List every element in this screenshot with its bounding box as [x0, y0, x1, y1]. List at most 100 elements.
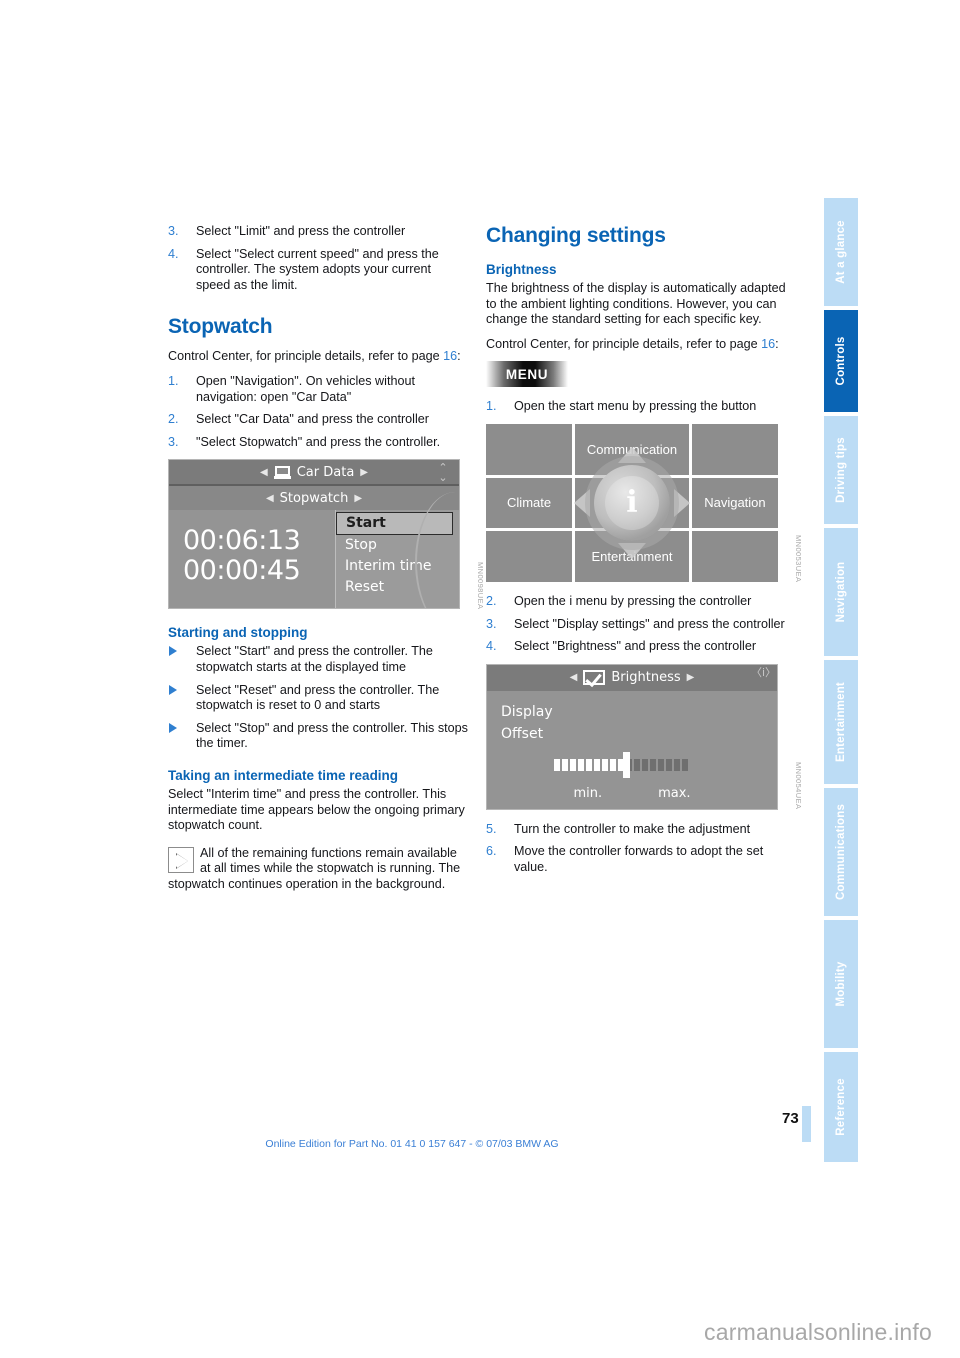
step-text: Open the i menu by pressing the controll… [514, 593, 752, 608]
bullet-text: Select "Reset" and press the controller.… [196, 682, 440, 713]
screen-header-title: Brightness [611, 670, 681, 686]
interim-time-value: 00:00:45 [183, 555, 301, 587]
car-data-monitor-icon [273, 465, 291, 479]
screen-header-title: Car Data [296, 464, 355, 480]
chevron-left-icon: ◀ [260, 466, 268, 478]
screen-subheader-title: Stopwatch [279, 490, 349, 506]
intermediate-time-paragraph: Select "Interim time" and press the cont… [168, 786, 465, 833]
grid-cell-climate[interactable]: Climate [486, 477, 573, 529]
idrive-brightness-screen: ◀ Brightness ▶ 〈i〉 Display Offset min. m… [486, 663, 778, 810]
sidebar-tab-label: Reference [835, 1078, 847, 1136]
list-item: 6. Move the controller forwards to adopt… [486, 844, 786, 875]
step-text: Open "Navigation". On vehicles without n… [196, 373, 415, 404]
step-number: 2. [486, 593, 497, 608]
step-text: Turn the controller to make the adjustme… [514, 821, 751, 836]
step-number: 2. [168, 412, 179, 427]
limit-steps-list: 3. Select "Limit" and press the controll… [168, 224, 468, 293]
list-item: 2. Open the i menu by pressing the contr… [486, 594, 786, 610]
left-content-column: 3. Select "Limit" and press the controll… [168, 224, 485, 892]
list-item: 3. "Select Stopwatch" and press the cont… [168, 435, 468, 451]
step-text: Select "Car Data" and press the controll… [196, 412, 429, 427]
chevron-right-icon: ▶ [360, 466, 368, 478]
page-title-changing-settings: Changing settings [486, 224, 666, 247]
intro-text: Control Center, for principle details, r… [168, 349, 444, 364]
note-triangle-icon [168, 846, 194, 873]
step-number: 5. [486, 821, 497, 836]
step-text: Select "Select current speed" and press … [196, 246, 439, 292]
slider-range-labels: min. max. [487, 786, 777, 801]
edition-footer: Online Edition for Part No. 01 41 0 157 … [265, 1138, 559, 1150]
section-tab-rail: At a glance Controls Driving tips Naviga… [824, 196, 858, 1164]
triangle-bullet-icon [169, 646, 177, 657]
list-item: 5. Turn the controller to make the adjus… [486, 822, 786, 838]
sidebar-tab-at-a-glance[interactable]: At a glance [824, 196, 858, 308]
heading-intermediate-time: Taking an intermediate time reading [168, 767, 399, 783]
grid-cell-empty-tr [691, 423, 778, 475]
sidebar-tab-label: Navigation [835, 561, 847, 623]
grid-cell-empty-br [691, 531, 778, 582]
step-number: 1. [168, 373, 179, 388]
sidebar-tab-label: Driving tips [835, 437, 847, 503]
sidebar-tab-label: Mobility [835, 961, 847, 1007]
sidebar-tab-label: Entertainment [835, 682, 847, 762]
step-text: Select "Display settings" and press the … [514, 616, 785, 631]
sidebar-tab-mobility[interactable]: Mobility [824, 918, 858, 1050]
slider-knob[interactable] [623, 751, 631, 778]
four-way-nav-icon: ⌃ ⌄ [438, 461, 448, 485]
grid-cell-empty-bl [486, 531, 573, 582]
start-menu-screenshot-wrapper: Communication Climate Navigation Enterta… [486, 423, 803, 582]
page-reference-link[interactable]: 16 [443, 349, 457, 363]
sidebar-tab-controls[interactable]: Controls [824, 308, 858, 414]
page-edge-marker [802, 1106, 811, 1142]
list-item: 3. Select "Display settings" and press t… [486, 617, 786, 633]
slider-max-label: max. [658, 785, 691, 801]
list-item: 2. Select "Car Data" and press the contr… [168, 412, 468, 428]
grid-cell-navigation[interactable]: Navigation [691, 477, 778, 529]
intro-colon: : [775, 336, 779, 351]
stopwatch-steps-list: 1. Open "Navigation". On vehicles withou… [168, 374, 468, 450]
start-menu-grid: Communication Climate Navigation Enterta… [486, 423, 778, 582]
page-title-stopwatch: Stopwatch [168, 315, 273, 339]
label-display[interactable]: Display [501, 701, 777, 723]
label-offset[interactable]: Offset [501, 723, 777, 745]
control-center-paragraph: Control Center, for principle details, r… [486, 337, 786, 353]
stopwatch-screenshot-wrapper: ◀ Car Data ▶ ⌃ ⌄ ◀ Stopwatch ▶ 00:06:13 0… [168, 459, 485, 610]
step-number: 3. [168, 434, 179, 449]
sidebar-tab-navigation[interactable]: Navigation [824, 526, 858, 658]
step-number: 6. [486, 844, 497, 859]
brightness-screenshot-wrapper: ◀ Brightness ▶ 〈i〉 Display Offset min. m… [486, 663, 803, 810]
page-reference-link[interactable]: 16 [761, 337, 775, 351]
note-text: All of the remaining functions remain av… [168, 845, 461, 891]
menu-hardware-button[interactable]: MENU [486, 361, 568, 388]
list-item: 3. Select "Limit" and press the controll… [168, 224, 468, 240]
intro-colon: : [457, 349, 461, 364]
grid-cell-center [575, 477, 689, 529]
bullet-text: Select "Start" and press the controller.… [196, 644, 433, 674]
step-text: Move the controller forwards to adopt th… [514, 844, 764, 874]
screen-body: Display Offset min. max. [487, 690, 777, 809]
page-number: 73 [782, 1110, 799, 1127]
idrive-start-menu-screen: Communication Climate Navigation Enterta… [486, 423, 778, 582]
grid-cell-entertainment[interactable]: Entertainment [575, 531, 689, 582]
list-item: 4. Select "Brightness" and press the con… [486, 639, 786, 655]
sidebar-tab-reference[interactable]: Reference [824, 1050, 858, 1164]
sidebar-tab-driving-tips[interactable]: Driving tips [824, 414, 858, 526]
chevron-right-icon: ▶ [354, 492, 363, 504]
idrive-stopwatch-screen: ◀ Car Data ▶ ⌃ ⌄ ◀ Stopwatch ▶ 00:06:13 0… [168, 459, 460, 610]
screen-header-bar: ◀ Car Data ▶ ⌃ ⌄ [169, 460, 459, 487]
screen-body: 00:06:13 00:00:45 Start Stop Interim tim… [169, 492, 459, 609]
grid-cell-empty-tl [486, 423, 573, 475]
figure-code: MN0098UEA [476, 561, 485, 610]
step-number: 3. [486, 616, 497, 631]
sidebar-tab-communications[interactable]: Communications [824, 786, 858, 918]
list-item: Select "Stop" and press the controller. … [168, 721, 468, 752]
sidebar-tab-entertainment[interactable]: Entertainment [824, 658, 858, 786]
slider-min-label: min. [573, 785, 603, 801]
brightness-slider[interactable] [554, 758, 710, 771]
step-text: Select "Limit" and press the controller [196, 224, 406, 238]
step-number: 4. [168, 246, 179, 261]
list-item: 4. Select "Select current speed" and pre… [168, 247, 468, 294]
grid-cell-communication[interactable]: Communication [575, 423, 689, 475]
start-menu-steps-list: 1. Open the start menu by pressing the b… [486, 399, 786, 415]
chevron-left-icon: ◀ [569, 672, 578, 684]
